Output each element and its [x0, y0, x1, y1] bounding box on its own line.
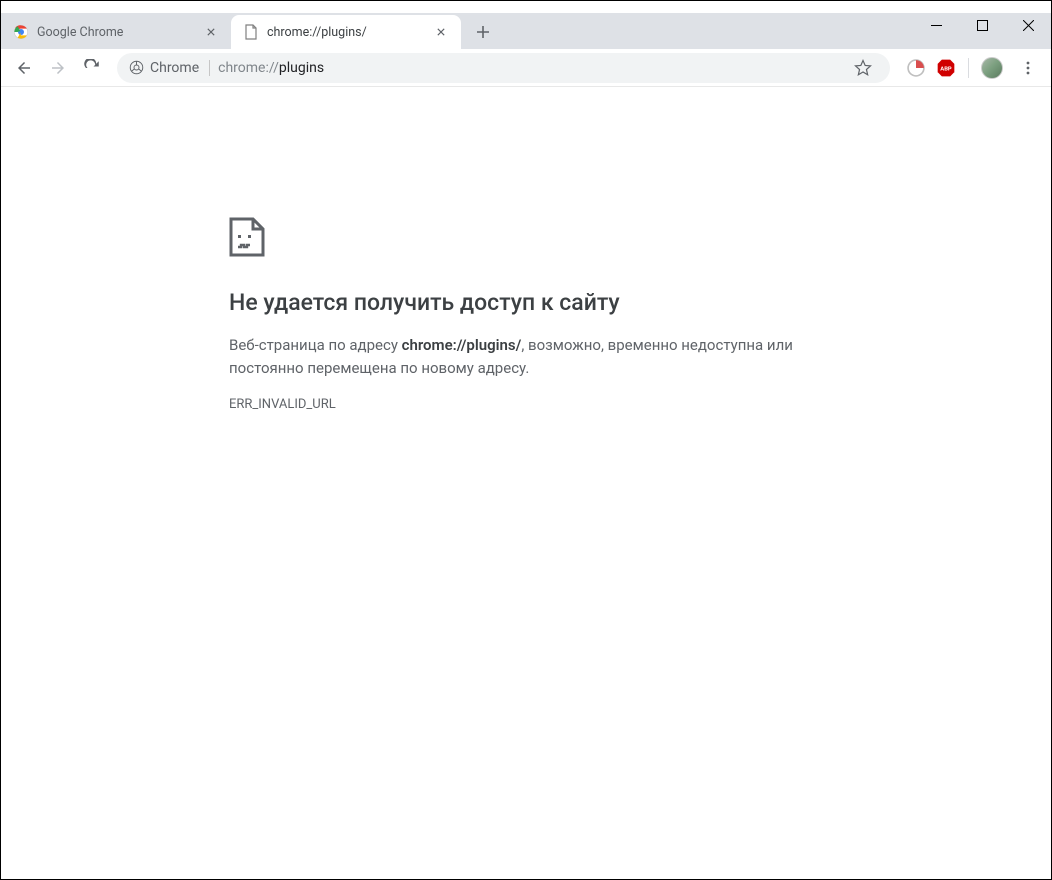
url-text: chrome://plugins [218, 60, 324, 76]
error-code: ERR_INVALID_URL [229, 397, 809, 412]
minimize-button[interactable] [913, 5, 959, 45]
error-description: Веб-страница по адресу chrome://plugins/… [229, 334, 809, 381]
yandex-extension-icon[interactable] [906, 58, 926, 78]
bookmark-star-icon[interactable] [848, 53, 878, 83]
sad-page-icon [229, 217, 809, 261]
page-content: Не удается получить доступ к сайту Веб-с… [1, 87, 1051, 879]
abp-extension-icon[interactable]: ABP [936, 58, 956, 78]
site-identity-chip[interactable]: Chrome [129, 60, 210, 76]
tab-plugins[interactable]: chrome://plugins/ [231, 15, 461, 49]
site-scheme-label: Chrome [150, 60, 199, 76]
back-button[interactable] [9, 53, 39, 83]
tab-title: Google Chrome [37, 25, 197, 40]
extension-icons: ABP [900, 57, 1009, 79]
window-title-bar [1, 1, 1051, 13]
reload-button[interactable] [77, 53, 107, 83]
tab-title: chrome://plugins/ [267, 25, 427, 40]
address-bar[interactable]: Chrome chrome://plugins [117, 53, 890, 83]
new-tab-button[interactable] [469, 18, 497, 46]
browser-menu-button[interactable] [1013, 53, 1043, 83]
error-title: Не удается получить доступ к сайту [229, 289, 809, 316]
tab-strip: Google Chrome chrome://plugins/ [1, 13, 1051, 49]
close-tab-icon[interactable] [433, 24, 449, 40]
close-tab-icon[interactable] [203, 24, 219, 40]
tab-google-chrome[interactable]: Google Chrome [1, 15, 231, 49]
page-favicon-icon [243, 24, 259, 40]
maximize-button[interactable] [959, 5, 1005, 45]
forward-button[interactable] [43, 53, 73, 83]
profile-avatar[interactable] [981, 57, 1003, 79]
close-window-button[interactable] [1005, 5, 1051, 45]
chrome-favicon-icon [13, 24, 29, 40]
toolbar: Chrome chrome://plugins ABP [1, 49, 1051, 87]
svg-text:ABP: ABP [940, 66, 952, 72]
window-controls [913, 1, 1051, 49]
extension-separator [968, 58, 969, 78]
chrome-mono-icon [129, 60, 144, 75]
error-page: Не удается получить доступ к сайту Веб-с… [229, 217, 809, 412]
